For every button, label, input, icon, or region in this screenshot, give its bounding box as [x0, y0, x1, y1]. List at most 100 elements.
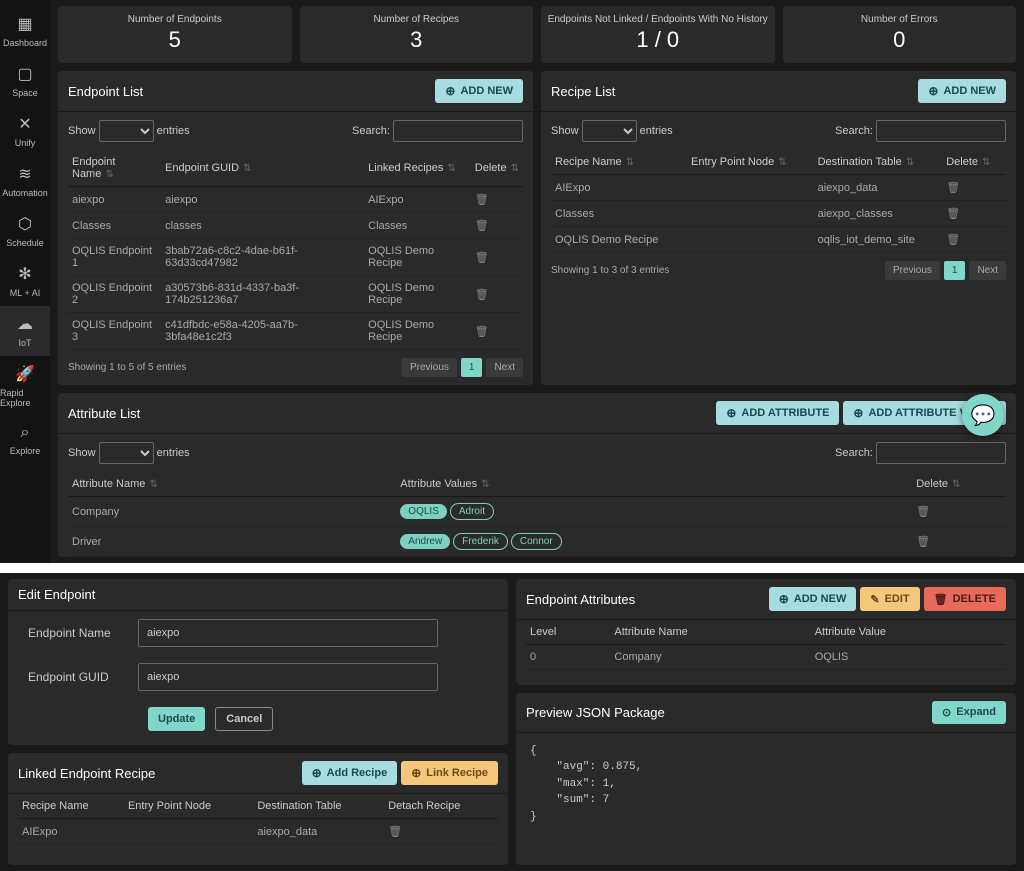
tag[interactable]: Frederik [453, 533, 508, 550]
table-row[interactable]: ClassesclassesClasses🗑 [68, 213, 523, 239]
next-button[interactable]: Next [969, 261, 1006, 280]
sidebar-item-ml-ai[interactable]: ✻ML + AI [0, 256, 50, 306]
column-header[interactable]: Recipe Name⇅ [551, 150, 687, 175]
column-header[interactable]: Endpoint Name⇅ [68, 150, 161, 187]
tag[interactable]: OQLIS [400, 504, 447, 519]
column-header: Attribute Value [811, 620, 1006, 645]
table-row[interactable]: OQLIS Endpoint 3c41dfbdc-e58a-4205-aa7b-… [68, 313, 523, 350]
sidebar-item-unify[interactable]: ✕Unify [0, 106, 50, 156]
table-row[interactable]: AIExpoaiexpo_data🗑 [18, 819, 498, 845]
table-row[interactable]: OQLIS Endpoint 2a30573b6-831d-4337-ba3f-… [68, 276, 523, 313]
table-row[interactable]: AIExpoaiexpo_data🗑 [551, 175, 1006, 201]
sort-icon: ⇅ [906, 157, 914, 168]
search-input[interactable] [876, 120, 1006, 142]
table-row[interactable]: DriverAndrewFrederikConnor🗑 [68, 527, 1006, 557]
column-header: Attribute Name [610, 620, 810, 645]
prev-button[interactable]: Previous [885, 261, 940, 280]
table-row[interactable]: OQLIS Demo Recipeoqlis_iot_demo_site🗑 [551, 227, 1006, 253]
add-new-recipe-button[interactable]: ADD NEW [918, 79, 1006, 103]
trash-icon[interactable]: 🗑 [916, 536, 930, 548]
column-header[interactable]: Delete⇅ [912, 472, 1006, 497]
page-button[interactable]: 1 [944, 261, 966, 280]
column-header[interactable]: Attribute Name⇅ [68, 472, 396, 497]
page-button[interactable]: 1 [461, 358, 483, 377]
plus-icon [726, 406, 736, 420]
trash-icon[interactable]: 🗑 [475, 220, 489, 232]
expand-icon: ⊙ [942, 706, 951, 719]
add-new-attr-button[interactable]: ADD NEW [769, 587, 857, 611]
column-header[interactable]: Delete⇅ [471, 150, 523, 187]
sidebar: ▦Dashboard ▢ Space ✕Unify≋Automation⬡Schedu… [0, 0, 50, 563]
column-header[interactable]: Destination Table⇅ [814, 150, 943, 175]
column-header[interactable]: Linked Recipes⇅ [364, 150, 471, 187]
entries-select[interactable] [99, 120, 154, 142]
sidebar-item-schedule[interactable]: ⬡Schedule [0, 206, 50, 256]
tag[interactable]: Adroit [450, 503, 494, 520]
search-input[interactable] [393, 120, 523, 142]
chat-bubble-icon[interactable]: 💬 [962, 394, 1004, 436]
trash-icon[interactable]: 🗑 [475, 252, 489, 264]
cancel-button[interactable]: Cancel [215, 707, 273, 731]
sidebar-item-automation[interactable]: ≋Automation [0, 156, 50, 206]
sidebar-item-iot[interactable]: ☁IoT [0, 306, 50, 356]
nav-icon: ▢ [17, 64, 32, 84]
table-row[interactable]: aiexpoaiexpoAIExpo🗑 [68, 187, 523, 213]
sidebar-item-dashboard[interactable]: ▦Dashboard [0, 6, 50, 56]
table-row[interactable]: 0CompanyOQLIS [526, 645, 1006, 670]
delete-attr-button[interactable]: 🗑DELETE [924, 587, 1006, 611]
sidebar-item-space[interactable]: ▢ Space [0, 56, 50, 106]
stat-value: 3 [300, 27, 534, 53]
tag[interactable]: Andrew [400, 534, 450, 549]
table-row[interactable]: Classesaiexpo_classes🗑 [551, 201, 1006, 227]
trash-icon[interactable]: 🗑 [946, 208, 960, 220]
tag[interactable]: Connor [511, 533, 562, 550]
add-attribute-button[interactable]: ADD ATTRIBUTE [716, 401, 839, 425]
nav-icon: ✕ [18, 114, 31, 134]
nav-label: Schedule [6, 238, 44, 248]
update-button[interactable]: Update [148, 707, 205, 731]
preview-json-panel: Preview JSON Package ⊙Expand { "avg": 0.… [516, 693, 1016, 866]
endpoint-name-input[interactable] [138, 619, 438, 647]
sort-icon: ⇅ [778, 157, 786, 168]
add-new-endpoint-button[interactable]: ADD NEW [435, 79, 523, 103]
stat-label: Number of Endpoints [58, 14, 292, 25]
search-input[interactable] [876, 442, 1006, 464]
trash-icon[interactable]: 🗑 [946, 234, 960, 246]
nav-label: Space [12, 88, 38, 98]
stat-value: 5 [58, 27, 292, 53]
endpoint-table: Endpoint Name⇅Endpoint GUID⇅Linked Recip… [68, 150, 523, 350]
panel-title: Endpoint List [68, 84, 143, 99]
trash-icon[interactable]: 🗑 [946, 182, 960, 194]
endpoint-attributes-panel: Endpoint Attributes ADD NEW ✎EDIT 🗑DELET… [516, 579, 1016, 685]
entries-select[interactable] [99, 442, 154, 464]
next-button[interactable]: Next [486, 358, 523, 377]
stat-label: Number of Errors [783, 14, 1017, 25]
trash-icon[interactable]: 🗑 [388, 826, 402, 838]
sidebar-item-rapid-explore[interactable]: 🚀Rapid Explore [0, 356, 50, 416]
expand-button[interactable]: ⊙Expand [932, 701, 1006, 724]
edit-attr-button[interactable]: ✎EDIT [860, 587, 919, 611]
sort-icon: ⇅ [511, 163, 519, 174]
trash-icon[interactable]: 🗑 [475, 289, 489, 301]
column-header: Recipe Name [18, 794, 124, 819]
column-header[interactable]: Entry Point Node⇅ [687, 150, 814, 175]
panel-title: Attribute List [68, 406, 140, 421]
prev-button[interactable]: Previous [402, 358, 457, 377]
add-recipe-button[interactable]: Add Recipe [302, 761, 398, 785]
trash-icon[interactable]: 🗑 [475, 326, 489, 338]
endpoint-attributes-table: LevelAttribute NameAttribute Value 0Comp… [526, 620, 1006, 670]
trash-icon[interactable]: 🗑 [916, 506, 930, 518]
column-header[interactable]: Delete⇅ [942, 150, 1006, 175]
endpoint-guid-label: Endpoint GUID [28, 670, 138, 684]
endpoint-guid-input[interactable] [138, 663, 438, 691]
entries-select[interactable] [582, 120, 637, 142]
nav-label: Explore [10, 446, 41, 456]
column-header[interactable]: Endpoint GUID⇅ [161, 150, 364, 187]
sidebar-item-explore[interactable]: ⌕Explore [0, 416, 50, 464]
table-row[interactable]: CompanyOQLISAdroit🗑 [68, 497, 1006, 527]
nav-icon: ✻ [18, 264, 31, 284]
column-header[interactable]: Attribute Values⇅ [396, 472, 912, 497]
link-recipe-button[interactable]: Link Recipe [401, 761, 498, 785]
trash-icon[interactable]: 🗑 [475, 194, 489, 206]
table-row[interactable]: OQLIS Endpoint 13bab72a6-c8c2-4dae-b61f-… [68, 239, 523, 276]
